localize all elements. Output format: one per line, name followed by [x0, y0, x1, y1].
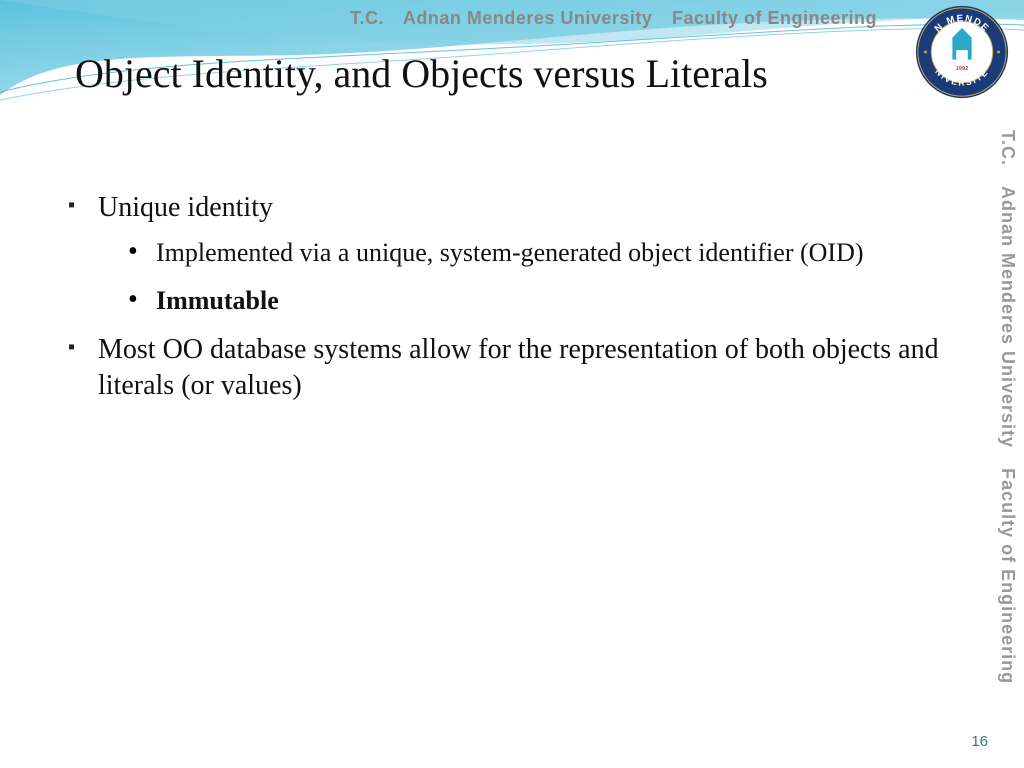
bullet-text: Most OO database systems allow for the r… [98, 334, 939, 401]
vertical-tc: T.C. [998, 130, 1018, 166]
bullet-text: Unique identity [98, 192, 273, 223]
bullet-oo-database: Most OO database systems allow for the r… [68, 332, 944, 405]
header-university: Adnan Menderes University [403, 8, 653, 28]
header-faculty: Faculty of Engineering [672, 8, 877, 28]
header-tc: T.C. [350, 8, 384, 28]
vertical-university: Adnan Menderes University [998, 186, 1018, 448]
sub-bullet-oid: Implemented via a unique, system-generat… [128, 236, 944, 270]
university-logo: N MENDE NIVERSITE 1992 [914, 4, 1010, 100]
bullet-text: Implemented via a unique, system-generat… [156, 238, 864, 267]
svg-text:1992: 1992 [956, 66, 969, 72]
vertical-faculty: Faculty of Engineering [998, 468, 1018, 684]
slide-title: Object Identity, and Objects versus Lite… [75, 50, 768, 97]
bullet-unique-identity: Unique identity Implemented via a unique… [68, 190, 944, 318]
vertical-institution-text: T.C. Adnan Menderes University Faculty o… [994, 130, 1018, 730]
bullet-text: Immutable [156, 286, 279, 315]
page-number: 16 [971, 733, 988, 750]
sub-bullet-immutable: Immutable [128, 284, 944, 318]
slide-content: Unique identity Implemented via a unique… [68, 190, 944, 417]
header-institution-text: T.C. Adnan Menderes University Faculty o… [350, 8, 877, 29]
